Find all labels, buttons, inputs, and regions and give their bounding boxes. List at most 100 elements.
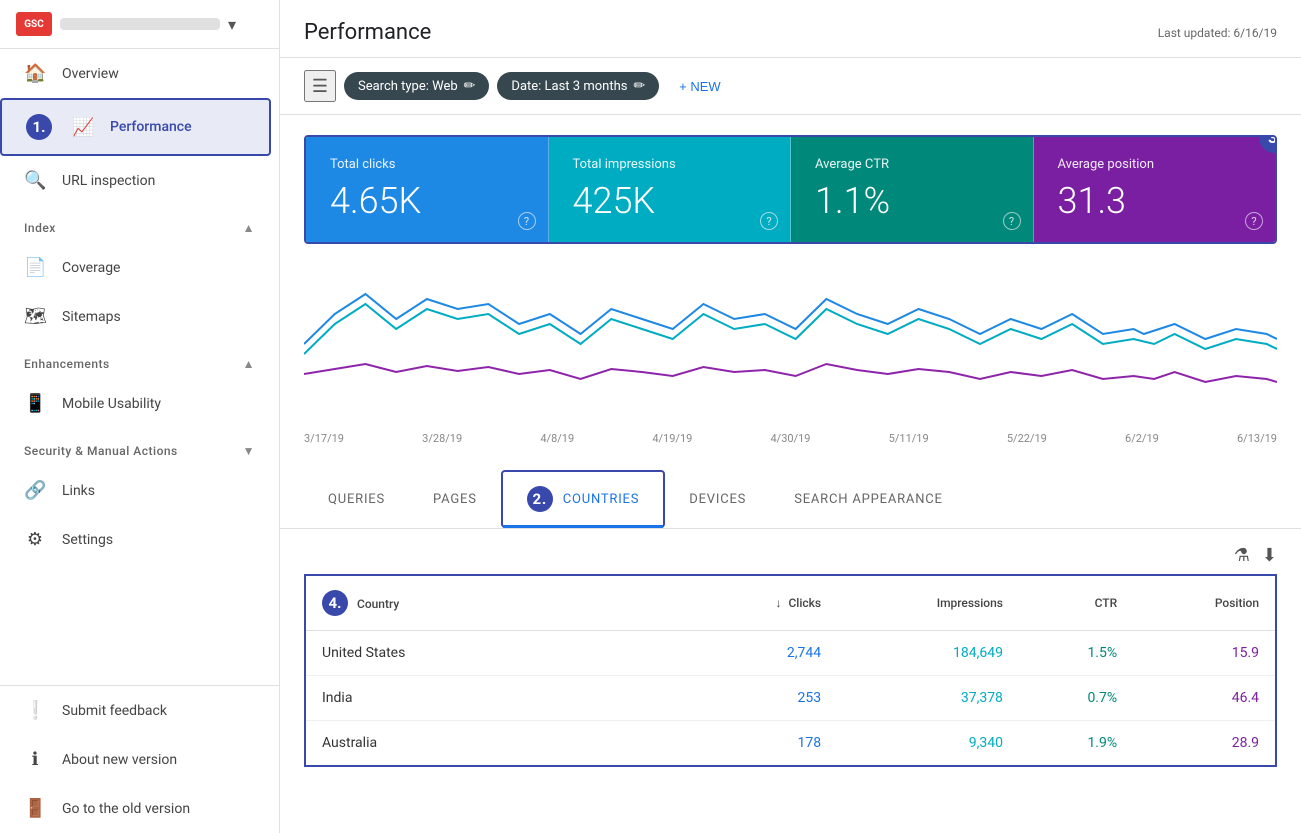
- sidebar-item-label: Coverage: [62, 260, 120, 276]
- tab-search-appearance[interactable]: SEARCH APPEARANCE: [770, 470, 967, 528]
- last-updated: Last updated: 6/16/19: [1158, 26, 1277, 40]
- new-button[interactable]: + NEW: [667, 73, 733, 100]
- main-content: Performance Last updated: 6/16/19 ☰ Sear…: [280, 0, 1301, 833]
- coverage-icon: 📄: [24, 257, 46, 278]
- td-clicks-1: 253: [693, 676, 837, 721]
- td-position-1: 46.4: [1133, 676, 1276, 721]
- tabs-section: QUERIES PAGES 2. COUNTRIES DEVICES SEARC…: [280, 470, 1301, 529]
- tab-queries[interactable]: QUERIES: [304, 470, 409, 528]
- logo-site-name: [60, 18, 220, 30]
- td-ctr-1: 0.7%: [1019, 676, 1133, 721]
- th-clicks[interactable]: ↓ Clicks: [693, 575, 837, 631]
- performance-chart: [304, 264, 1277, 424]
- sidebar-item-sitemaps[interactable]: 🗺 Sitemaps: [0, 292, 271, 341]
- main-header: Performance Last updated: 6/16/19: [280, 0, 1301, 58]
- help-icon-position[interactable]: ?: [1245, 212, 1263, 230]
- page-title: Performance: [304, 20, 431, 45]
- table-section: ⚗ ⬇ 4. Country ↓ Clicks Impressions: [280, 529, 1301, 783]
- tab-pages[interactable]: PAGES: [409, 470, 501, 528]
- mobile-icon: 📱: [24, 393, 46, 414]
- table-toolbar: ⚗ ⬇: [304, 537, 1277, 574]
- chart-container: 3/17/19 3/28/19 4/8/19 4/19/19 4/30/19 5…: [304, 264, 1277, 454]
- logo-icon: GSC: [16, 12, 52, 36]
- edit-icon-date: ✏: [633, 78, 645, 94]
- metric-total-impressions: Total impressions 425K ?: [549, 137, 792, 242]
- info-icon: ℹ: [24, 749, 46, 770]
- td-country-0: United States: [305, 631, 693, 676]
- sidebar: GSC ▾ 🏠 Overview 1. 📈 Performance 🔍 URL …: [0, 0, 280, 833]
- table-row: United States 2,744 184,649 1.5% 15.9: [305, 631, 1276, 676]
- sitemaps-icon: 🗺: [24, 306, 46, 327]
- sidebar-item-label: URL inspection: [62, 173, 155, 189]
- metrics-container: Total clicks 4.65K ? Total impressions 4…: [304, 135, 1277, 244]
- about-new-version-item[interactable]: ℹ About new version: [0, 735, 279, 784]
- edit-icon: ✏: [464, 78, 476, 94]
- annotation-4: 4.: [322, 590, 348, 616]
- td-country-2: Australia: [305, 721, 693, 767]
- sidebar-item-coverage[interactable]: 📄 Coverage: [0, 243, 271, 292]
- links-icon: 🔗: [24, 480, 46, 501]
- exit-icon: 🚪: [24, 798, 46, 819]
- chart-dates: 3/17/19 3/28/19 4/8/19 4/19/19 4/30/19 5…: [304, 428, 1277, 449]
- table-header-row: 4. Country ↓ Clicks Impressions CTR Posi: [305, 575, 1276, 631]
- metrics-section: Total clicks 4.65K ? Total impressions 4…: [280, 115, 1301, 264]
- countries-table: 4. Country ↓ Clicks Impressions CTR Posi: [304, 574, 1277, 767]
- sidebar-item-overview[interactable]: 🏠 Overview: [0, 49, 271, 98]
- go-old-version-label: Go to the old version: [62, 801, 190, 817]
- search-icon: 🔍: [24, 170, 46, 191]
- td-country-1: India: [305, 676, 693, 721]
- td-clicks-0: 2,744: [693, 631, 837, 676]
- th-ctr[interactable]: CTR: [1019, 575, 1133, 631]
- filter-button[interactable]: ☰: [304, 70, 336, 102]
- performance-icon: 📈: [72, 117, 94, 138]
- metric-label-impressions: Total impressions: [573, 157, 767, 172]
- sidebar-item-settings[interactable]: ⚙ Settings: [0, 515, 271, 564]
- sidebar-item-label: Links: [62, 483, 95, 499]
- sidebar-logo[interactable]: GSC ▾: [0, 0, 279, 49]
- chevron-down-icon[interactable]: ▾: [228, 15, 236, 34]
- sort-icon: ↓: [775, 596, 781, 610]
- home-icon: 🏠: [24, 63, 46, 84]
- sidebar-item-mobile-usability[interactable]: 📱 Mobile Usability: [0, 379, 271, 428]
- help-icon-clicks[interactable]: ?: [518, 212, 536, 230]
- metric-label-ctr: Average CTR: [815, 157, 1009, 172]
- search-type-chip[interactable]: Search type: Web ✏: [344, 72, 489, 100]
- td-impressions-2: 9,340: [837, 721, 1019, 767]
- metric-average-position: Average position 31.3 ? 3.: [1034, 137, 1276, 242]
- metric-label-clicks: Total clicks: [330, 157, 524, 172]
- date-chip[interactable]: Date: Last 3 months ✏: [497, 72, 659, 100]
- tabs-bar: QUERIES PAGES 2. COUNTRIES DEVICES SEARC…: [280, 470, 1301, 528]
- help-icon-impressions[interactable]: ?: [760, 212, 778, 230]
- sidebar-bottom: ❕ Submit feedback ℹ About new version 🚪 …: [0, 685, 279, 833]
- filter-rows-button[interactable]: ⚗: [1234, 545, 1250, 566]
- sidebar-item-links[interactable]: 🔗 Links: [0, 466, 271, 515]
- table-row: Australia 178 9,340 1.9% 28.9: [305, 721, 1276, 767]
- td-position-2: 28.9: [1133, 721, 1276, 767]
- th-country: 4. Country: [305, 575, 693, 631]
- th-position[interactable]: Position: [1133, 575, 1276, 631]
- enhancements-collapse-btn[interactable]: ▲: [243, 357, 255, 371]
- download-button[interactable]: ⬇: [1262, 545, 1277, 566]
- td-impressions-1: 37,378: [837, 676, 1019, 721]
- help-icon-ctr[interactable]: ?: [1003, 212, 1021, 230]
- sidebar-item-performance[interactable]: 1. 📈 Performance: [0, 98, 271, 156]
- settings-icon: ⚙: [24, 529, 46, 550]
- security-collapse-btn[interactable]: ▼: [243, 444, 255, 458]
- metric-average-ctr: Average CTR 1.1% ?: [791, 137, 1034, 242]
- tab-devices[interactable]: DEVICES: [665, 470, 770, 528]
- metric-total-clicks: Total clicks 4.65K ?: [306, 137, 549, 242]
- index-collapse-btn[interactable]: ▲: [243, 221, 255, 235]
- tab-countries[interactable]: 2. COUNTRIES: [501, 470, 666, 528]
- go-old-version-item[interactable]: 🚪 Go to the old version: [0, 784, 279, 833]
- td-impressions-0: 184,649: [837, 631, 1019, 676]
- date-label: Date: Last 3 months: [511, 79, 627, 94]
- index-section-header: Index ▲: [0, 205, 279, 243]
- submit-feedback-item[interactable]: ❕ Submit feedback: [0, 686, 279, 735]
- sidebar-item-label: Sitemaps: [62, 309, 121, 325]
- feedback-icon: ❕: [24, 700, 46, 721]
- th-impressions[interactable]: Impressions: [837, 575, 1019, 631]
- td-position-0: 15.9: [1133, 631, 1276, 676]
- sidebar-item-url-inspection[interactable]: 🔍 URL inspection: [0, 156, 271, 205]
- submit-feedback-label: Submit feedback: [62, 703, 167, 719]
- td-ctr-0: 1.5%: [1019, 631, 1133, 676]
